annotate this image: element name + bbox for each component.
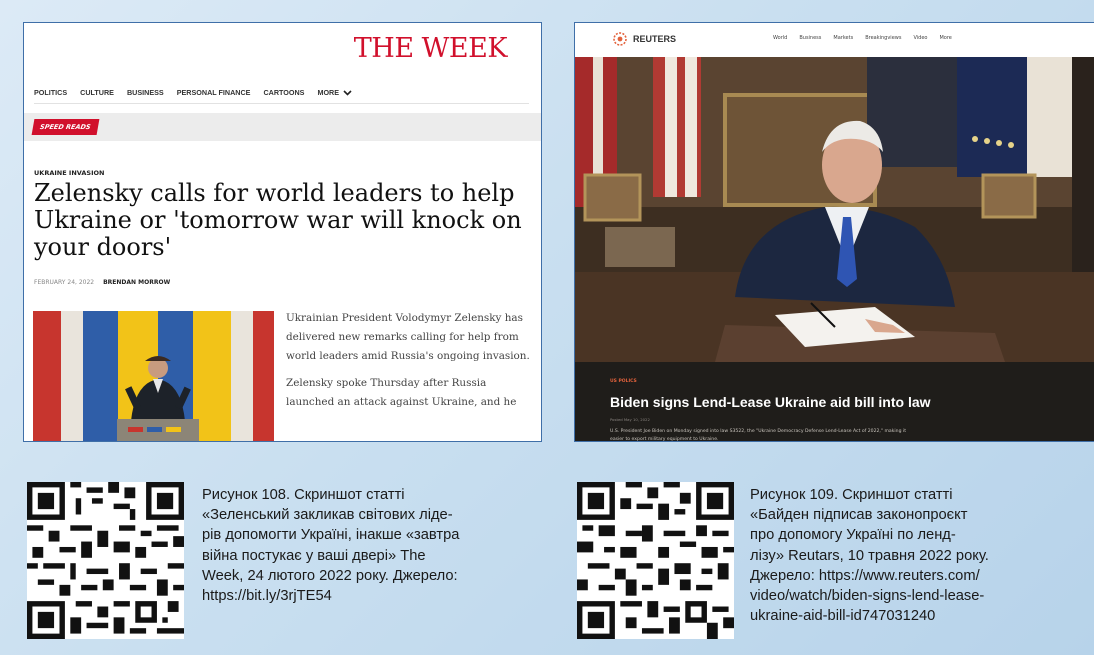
caption-line: «Зеленський закликав світових ліде- — [202, 507, 453, 524]
nav-world[interactable]: World — [773, 35, 787, 41]
chevron-down-icon — [343, 89, 352, 96]
nav-more[interactable]: More — [939, 35, 951, 41]
caption-line: Week, 24 лютого 2022 року. Джерело: — [202, 567, 458, 584]
the-week-screenshot: THE WEEK POLITICS CULTURE BUSINESS PERSO… — [23, 22, 542, 442]
article-paragraph: Ukrainian President Volodymyr Zelensky h… — [286, 312, 530, 362]
caption-line: Рисунок 109. Скриншот статті — [750, 487, 953, 503]
reuters-title: Biden signs Lend-Lease Ukraine aid bill … — [610, 394, 931, 410]
nav-business[interactable]: Business — [799, 35, 821, 41]
qr-code-icon[interactable] — [577, 482, 734, 639]
caption-line: про допомогу Україні по ленд- — [750, 527, 956, 544]
nav-politics[interactable]: POLITICS — [34, 88, 67, 97]
reuters-nav: World Business Markets Breakingviews Vid… — [773, 35, 952, 41]
the-week-logo: THE WEEK — [353, 33, 508, 64]
figure-108-caption: Рисунок 108. Скриншот статті «Зеленський… — [202, 485, 550, 606]
the-week-nav: POLITICS CULTURE BUSINESS PERSONAL FINAN… — [34, 82, 529, 104]
caption-line: рів допомогти Україні, інакше «завтра — [202, 527, 460, 544]
caption-link[interactable]: https://bit.ly/3rjTE54 — [202, 586, 550, 606]
caption-line: Рисунок 108. Скриншот статті — [202, 487, 405, 503]
reuters-caption: US POLICS Biden signs Lend-Lease Ukraine… — [575, 362, 1094, 441]
article-body: Ukrainian President Volodymyr Zelensky h… — [286, 309, 536, 420]
nav-breakingviews[interactable]: Breakingviews — [865, 35, 901, 41]
nav-markets[interactable]: Markets — [833, 35, 853, 41]
caption-line: лізу» Reutars, 10 травня 2022 року. — [750, 547, 989, 564]
article-author[interactable]: BRENDAN MORROW — [103, 279, 170, 286]
caption-link[interactable]: ukraine-aid-bill-id747031240 — [750, 606, 1094, 626]
caption-link[interactable]: video/watch/biden-signs-lend-lease- — [750, 586, 1094, 606]
reuters-kicker[interactable]: US POLICS — [610, 379, 637, 384]
speed-reads-badge[interactable]: SPEED READS — [31, 119, 99, 135]
article-date: FEBRUARY 24, 2022 — [34, 279, 95, 286]
article-paragraph: Zelensky spoke Thursday after Russia lau… — [286, 377, 517, 408]
reuters-date: Posted May 10, 2022 — [610, 417, 650, 422]
caption-link[interactable]: Джерело: https://www.reuters.com/ — [750, 566, 1094, 586]
article-meta: FEBRUARY 24, 2022 BRENDAN MORROW — [34, 279, 170, 286]
zelensky-photo — [33, 311, 274, 441]
caption-line: «Байден підписав законопроєкт — [750, 507, 968, 524]
reuters-logo-text: REUTERS — [633, 34, 677, 44]
reuters-logo-icon — [613, 32, 627, 46]
reuters-logo[interactable]: REUTERS — [613, 32, 676, 46]
figure-109-caption: Рисунок 109. Скриншот статті «Байден під… — [750, 485, 1094, 626]
nav-more[interactable]: MORE — [317, 88, 352, 97]
nav-cartoons[interactable]: CARTOONS — [263, 88, 304, 97]
nav-more-label: MORE — [317, 88, 340, 97]
speed-reads-strip — [24, 113, 541, 141]
nav-culture[interactable]: CULTURE — [80, 88, 114, 97]
caption-line: війна постукає у ваші двері» The — [202, 547, 426, 564]
article-headline: Zelensky calls for world leaders to help… — [34, 179, 522, 261]
biden-signing-photo — [575, 57, 1094, 362]
qr-code-icon[interactable] — [27, 482, 184, 639]
nav-video[interactable]: Video — [913, 35, 927, 41]
reuters-description: U.S. President Joe Biden on Monday signe… — [610, 429, 907, 442]
article-kicker[interactable]: UKRAINE INVASION — [34, 169, 104, 177]
reuters-screenshot: REUTERS World Business Markets Breakingv… — [574, 22, 1094, 442]
nav-business[interactable]: BUSINESS — [127, 88, 164, 97]
nav-personal-finance[interactable]: PERSONAL FINANCE — [177, 88, 251, 97]
